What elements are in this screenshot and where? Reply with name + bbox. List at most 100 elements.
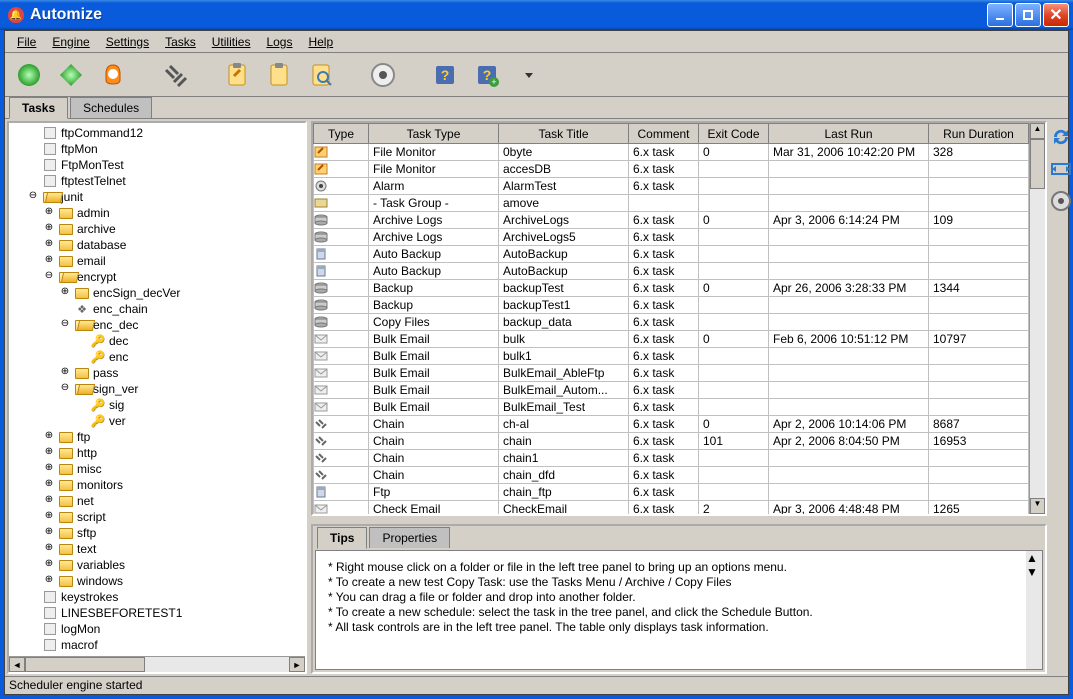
tree-node[interactable]: ⊕script — [11, 509, 303, 525]
table-row[interactable]: Bulk Emailbulk6.x task0Feb 6, 2006 10:51… — [314, 331, 1029, 348]
menu-help[interactable]: Help — [300, 33, 341, 51]
tree-node[interactable]: ftpCommand12 — [11, 125, 303, 141]
table-row[interactable]: Ftpchain_ftp6.x task — [314, 484, 1029, 501]
minimize-button[interactable] — [987, 3, 1013, 27]
expand-icon[interactable]: ⊕ — [43, 527, 55, 539]
expand-icon[interactable]: ⊕ — [43, 479, 55, 491]
tree-node[interactable]: macrof — [11, 637, 303, 653]
table-row[interactable]: Auto BackupAutoBackup6.x task — [314, 246, 1029, 263]
help-add-icon[interactable]: ?+ — [471, 59, 503, 91]
table-row[interactable]: AlarmAlarmTest6.x task — [314, 178, 1029, 195]
tree-node[interactable]: 🔑sig — [11, 397, 303, 413]
maximize-button[interactable] — [1015, 3, 1041, 27]
run-icon[interactable] — [13, 59, 45, 91]
column-header[interactable]: Run Duration — [929, 124, 1029, 144]
refresh-icon[interactable] — [1049, 125, 1073, 149]
menu-logs[interactable]: Logs — [258, 33, 300, 51]
expand-icon[interactable]: ⊕ — [43, 495, 55, 507]
tree-node[interactable]: ⊕sftp — [11, 525, 303, 541]
tree-node[interactable]: ⊖enc_dec — [11, 317, 303, 333]
table-row[interactable]: File Monitor0byte6.x task0Mar 31, 2006 1… — [314, 144, 1029, 161]
tab-tasks[interactable]: Tasks — [9, 97, 68, 119]
task-table[interactable]: TypeTask TypeTask TitleCommentExit CodeL… — [313, 123, 1029, 514]
table-row[interactable]: Bulk Emailbulk16.x task — [314, 348, 1029, 365]
expand-icon[interactable] — [1049, 157, 1073, 181]
expand-icon[interactable]: ⊕ — [43, 239, 55, 251]
expand-icon[interactable]: ⊕ — [43, 207, 55, 219]
tree-scroll[interactable]: ftpCommand12ftpMonFtpMonTestftptestTelne… — [9, 123, 305, 656]
tree-node[interactable]: ftpMon — [11, 141, 303, 157]
table-row[interactable]: Copy Filesbackup_data6.x task — [314, 314, 1029, 331]
tree-node[interactable]: 🔑dec — [11, 333, 303, 349]
record-icon[interactable] — [367, 59, 399, 91]
column-header[interactable]: Last Run — [769, 124, 929, 144]
menu-settings[interactable]: Settings — [98, 33, 157, 51]
tree-node[interactable]: ❖enc_chain — [11, 301, 303, 317]
tree-node[interactable]: ⊕email — [11, 253, 303, 269]
clipboard-icon[interactable] — [263, 59, 295, 91]
expand-icon[interactable]: ⊕ — [43, 575, 55, 587]
column-header[interactable]: Task Title — [499, 124, 629, 144]
table-row[interactable]: BackupbackupTest6.x task0Apr 26, 2006 3:… — [314, 280, 1029, 297]
tree-node[interactable]: 🔑enc — [11, 349, 303, 365]
close-button[interactable]: ✕ — [1043, 3, 1069, 27]
collapse-icon[interactable]: ⊖ — [43, 271, 55, 283]
table-row[interactable]: File MonitoraccesDB6.x task — [314, 161, 1029, 178]
table-row[interactable]: - Task Group -amove — [314, 195, 1029, 212]
expand-icon[interactable]: ⊕ — [59, 287, 71, 299]
table-row[interactable]: Chainchain16.x task — [314, 450, 1029, 467]
tree-node[interactable]: LINESBEFORETEST1 — [11, 605, 303, 621]
tree-node[interactable]: ⊕net — [11, 493, 303, 509]
table-row[interactable]: Chainchain6.x task101Apr 2, 2006 8:04:50… — [314, 433, 1029, 450]
run-diamond-icon[interactable] — [55, 59, 87, 91]
menu-tasks[interactable]: Tasks — [157, 33, 204, 51]
tree-node[interactable]: logMon — [11, 621, 303, 637]
expand-icon[interactable]: ⊕ — [43, 255, 55, 267]
tree-node[interactable]: ⊕windows — [11, 573, 303, 589]
horizontal-splitter[interactable] — [311, 516, 1047, 520]
tree-node[interactable]: ⊕archive — [11, 221, 303, 237]
table-row[interactable]: Bulk EmailBulkEmail_Test6.x task — [314, 399, 1029, 416]
edit-task-icon[interactable] — [221, 59, 253, 91]
help-book-icon[interactable]: ? — [429, 59, 461, 91]
column-header[interactable]: Exit Code — [699, 124, 769, 144]
table-row[interactable]: Archive LogsArchiveLogs6.x task0Apr 3, 2… — [314, 212, 1029, 229]
table-vscrollbar[interactable]: ▲▼ — [1029, 123, 1045, 514]
menu-engine[interactable]: Engine — [44, 33, 97, 51]
tree-node[interactable]: ⊖sign_ver — [11, 381, 303, 397]
tips-vscrollbar[interactable]: ▲▼ — [1026, 551, 1042, 669]
tree-node[interactable]: FtpMonTest — [11, 157, 303, 173]
expand-icon[interactable]: ⊕ — [43, 447, 55, 459]
expand-icon[interactable]: ⊕ — [59, 367, 71, 379]
tree-node[interactable]: keystrokes — [11, 589, 303, 605]
tree-node[interactable]: ⊖junit — [11, 189, 303, 205]
menu-file[interactable]: File — [9, 33, 44, 51]
dropdown-arrow-icon[interactable] — [513, 59, 545, 91]
tree-node[interactable]: ftptestTelnet — [11, 173, 303, 189]
tree-node[interactable]: ⊕ftp — [11, 429, 303, 445]
column-header[interactable]: Comment — [629, 124, 699, 144]
tab-schedules[interactable]: Schedules — [70, 97, 152, 118]
tree-node[interactable]: ⊕variables — [11, 557, 303, 573]
column-header[interactable]: Task Type — [369, 124, 499, 144]
table-row[interactable]: Check EmailCheckEmail6.x task2Apr 3, 200… — [314, 501, 1029, 515]
tree-node[interactable]: ⊖encrypt — [11, 269, 303, 285]
tree-node[interactable]: ⊕admin — [11, 205, 303, 221]
tree-node[interactable]: ⊕text — [11, 541, 303, 557]
tree-node[interactable]: ⊕http — [11, 445, 303, 461]
tree-node[interactable]: ⊕monitors — [11, 477, 303, 493]
table-row[interactable]: Bulk EmailBulkEmail_AbleFtp6.x task — [314, 365, 1029, 382]
bottom-tab-properties[interactable]: Properties — [369, 527, 450, 548]
chain-icon[interactable] — [159, 59, 191, 91]
expand-icon[interactable]: ⊕ — [43, 543, 55, 555]
bottom-tab-tips[interactable]: Tips — [317, 527, 367, 549]
collapse-icon[interactable]: ⊖ — [27, 191, 39, 203]
search-task-icon[interactable] — [305, 59, 337, 91]
table-row[interactable]: Archive LogsArchiveLogs56.x task — [314, 229, 1029, 246]
table-row[interactable]: Chainchain_dfd6.x task — [314, 467, 1029, 484]
collapse-icon[interactable]: ⊖ — [59, 319, 71, 331]
expand-icon[interactable]: ⊕ — [43, 431, 55, 443]
tree-hscrollbar[interactable]: ◄► — [9, 656, 305, 672]
table-row[interactable]: BackupbackupTest16.x task — [314, 297, 1029, 314]
settings-icon[interactable] — [1049, 189, 1073, 213]
